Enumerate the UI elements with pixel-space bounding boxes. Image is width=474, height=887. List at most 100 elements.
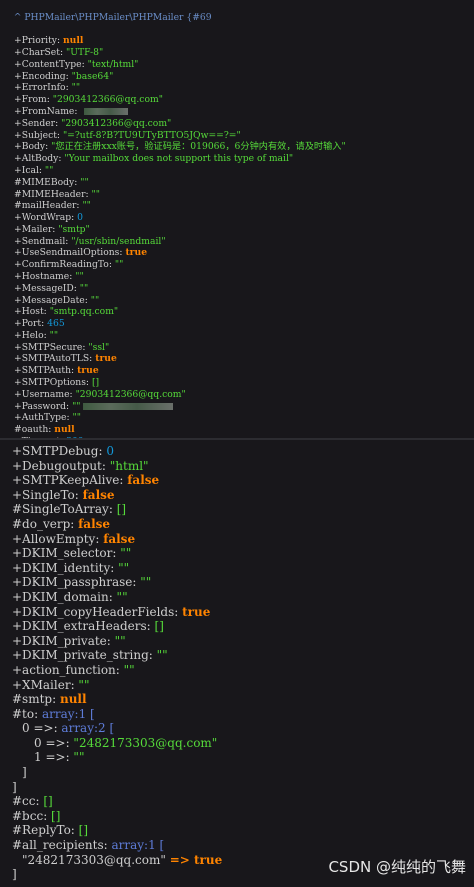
property-row: +DKIM_copyHeaderFields: true xyxy=(12,604,211,619)
property-value: "ssl" xyxy=(88,341,110,353)
property-key: +Ical xyxy=(14,164,39,176)
property-row: +Sendmail: "/usr/sbin/sendmail" xyxy=(14,235,166,247)
property-value: [] xyxy=(43,794,53,809)
property-key: 1 => xyxy=(34,750,66,765)
property-row: +DKIM_private_string: "" xyxy=(12,648,168,663)
property-key: +SingleTo xyxy=(12,487,75,502)
property-row: +AltBody: "Your mailbox does not support… xyxy=(14,153,294,165)
property-key: "2482173303@qq.com" xyxy=(22,852,166,867)
property-value: "2903412366@qq.com" xyxy=(52,94,163,106)
property-row: #ReplyTo: [] xyxy=(12,823,89,838)
property-value[interactable]: array:1 [ xyxy=(42,707,95,721)
property-row: +SMTPSecure: "ssl" xyxy=(14,341,110,353)
property-row: +ConfirmReadingTo: "" xyxy=(14,259,124,271)
expand-caret-icon[interactable]: ^ xyxy=(14,12,25,23)
property-key: +AltBody xyxy=(14,153,59,165)
property-key: +AuthType xyxy=(14,412,67,424)
property-value: "" xyxy=(49,329,59,341)
property-value: "" xyxy=(73,750,85,765)
property-key: +Sendmail xyxy=(14,235,66,247)
property-key: +Priority xyxy=(14,35,57,47)
property-value: "" xyxy=(82,200,91,212)
property-key: +SMTPDebug xyxy=(12,444,99,458)
property-value: "" xyxy=(72,400,81,412)
property-row: +From: "2903412366@qq.com" xyxy=(14,94,163,106)
property-key: ] xyxy=(12,779,17,794)
property-key: +Username xyxy=(14,388,70,400)
property-value: null xyxy=(54,424,75,436)
property-key: +ErrorInfo xyxy=(14,82,66,94)
property-key: #MIMEHeader xyxy=(14,188,86,200)
property-value: "" xyxy=(118,560,130,575)
property-key: +AllowEmpty xyxy=(12,531,96,546)
property-key: +SMTPAuth xyxy=(14,365,72,377)
property-key: #SingleToArray xyxy=(12,502,109,517)
property-key: +UseSendmailOptions xyxy=(14,247,120,259)
property-key: #smtp xyxy=(12,692,53,707)
property-row: +Host: "smtp.qq.com" xyxy=(14,306,119,318)
property-value: true xyxy=(95,353,117,365)
property-value: true xyxy=(77,365,99,377)
property-value[interactable]: array:1 [ xyxy=(111,838,164,852)
property-value: "" xyxy=(44,164,54,176)
property-row: +Debugoutput: "html" xyxy=(12,458,149,473)
property-value: true xyxy=(182,604,211,619)
property-value: "smtp.qq.com" xyxy=(49,306,119,318)
property-value: => true xyxy=(169,852,223,867)
property-row: +DKIM_selector: "" xyxy=(12,546,132,561)
property-row: +AuthType: "" xyxy=(14,412,81,424)
dump-bottom-pane: +SMTPDebug: 0 +Debugoutput: "html" +SMTPKe… xyxy=(0,440,474,887)
property-row: +SMTPKeepAlive: false xyxy=(12,473,160,488)
property-key: +ContentType xyxy=(14,58,82,70)
property-value: "" xyxy=(71,82,81,94)
property-row: +Mailer: "smtp" xyxy=(14,223,90,235)
property-row: +Port: 465 xyxy=(14,318,65,330)
property-value: null xyxy=(63,35,84,47)
property-key: +DKIM_private xyxy=(12,633,107,648)
top-property-list: +Priority: null +CharSet: "UTF-8" +Content… xyxy=(0,35,474,440)
watermark: CSDN @纯纯的飞舞 xyxy=(328,858,466,876)
redacted-value xyxy=(82,402,173,410)
property-row: #mailHeader: "" xyxy=(14,200,91,212)
property-row: +DKIM_extraHeaders: [] xyxy=(12,619,164,634)
property-row: +Subject: "=?utf-8?B?TU9UTyBTTO5JQw==?=" xyxy=(14,129,241,141)
property-key: +SMTPKeepAlive xyxy=(12,473,120,488)
property-key: +SMTPAutoTLS xyxy=(14,353,90,365)
property-key: +SMTPSecure xyxy=(14,341,83,353)
property-row: 0 =>: array:2 [ xyxy=(22,721,115,736)
property-key: #all_recipients xyxy=(12,838,104,853)
property-key: +DKIM_selector xyxy=(12,546,113,561)
property-row: +Password: "" xyxy=(0,401,474,413)
property-value: false xyxy=(127,473,160,488)
property-row: +Username: "2903412366@qq.com" xyxy=(14,388,186,400)
property-key: #oauth xyxy=(14,424,49,436)
property-value: "" xyxy=(114,259,124,271)
property-row: +AllowEmpty: false xyxy=(12,531,136,546)
property-key: +DKIM_identity xyxy=(12,560,111,575)
property-value: 0 xyxy=(77,212,83,224)
property-key: +WordWrap xyxy=(14,212,72,224)
property-key: #mailHeader xyxy=(14,200,77,212)
property-key: #bcc xyxy=(12,808,44,823)
property-key: +action_function xyxy=(12,662,116,677)
property-value: "" xyxy=(79,282,89,294)
property-value: "" xyxy=(90,294,100,306)
property-value: [] xyxy=(91,377,100,388)
property-value: "" xyxy=(156,648,168,663)
property-value[interactable]: array:2 [ xyxy=(61,721,114,735)
property-value: "html" xyxy=(109,458,149,473)
property-row: +MessageID: "" xyxy=(14,282,89,294)
property-row: +Priority: null xyxy=(14,35,84,47)
property-key: +Hostname xyxy=(14,270,70,282)
property-value: [] xyxy=(78,823,89,838)
property-row: #cc: [] xyxy=(12,794,53,809)
property-row: +action_function: "" xyxy=(12,662,135,677)
property-key: +DKIM_private_string xyxy=(12,648,149,663)
property-value: false xyxy=(82,487,115,502)
property-row: +ContentType: "text/html" xyxy=(14,58,139,70)
object-header[interactable]: ^ PHPMailer\PHPMailer\PHPMailer {#69 xyxy=(0,0,474,35)
property-row: +SMTPAutoTLS: true xyxy=(14,353,117,365)
property-key: 0 => xyxy=(34,735,66,750)
property-row: #SingleToArray: [] xyxy=(12,502,127,517)
property-row: +WordWrap: 0 xyxy=(14,212,83,224)
